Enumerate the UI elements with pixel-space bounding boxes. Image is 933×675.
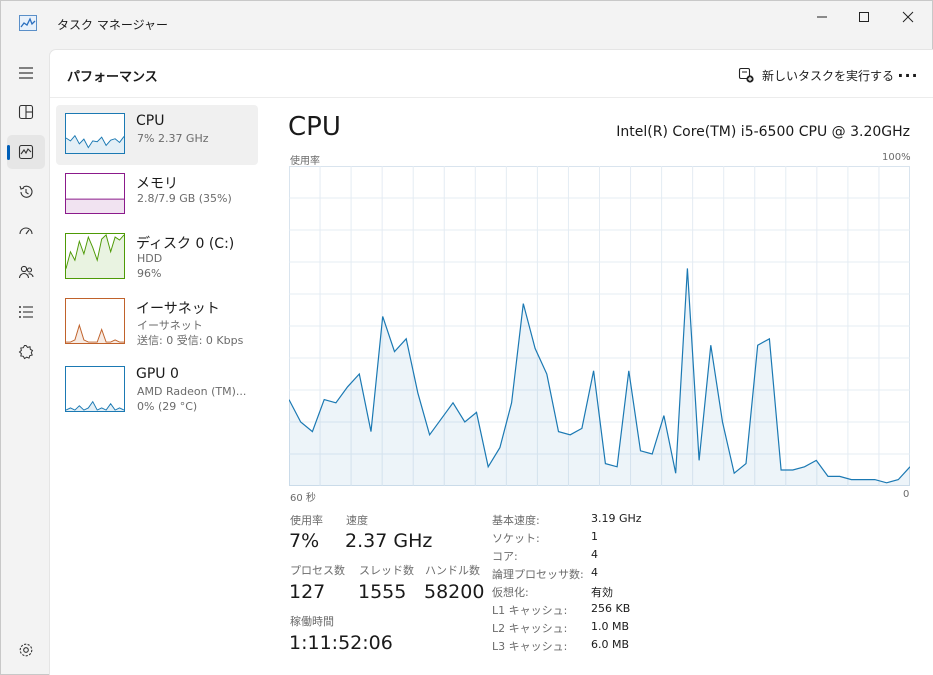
spec-l2-cache-label: L2 キャッシュ: [492, 622, 568, 635]
graph-y-label: 使用率 [290, 156, 320, 167]
device-item-memory[interactable]: メモリ 2.8/7.9 GB (35%) [56, 165, 258, 225]
hamburger-menu-icon [19, 67, 33, 79]
content-pane: パフォーマンス 新しいタスクを実行する ··· CPU 7% 2.37 GHz … [49, 49, 933, 675]
device-sparkline [65, 298, 125, 344]
app-history-icon [19, 185, 33, 198]
spec-virtualization-value: 有効 [591, 586, 613, 599]
spec-sockets-label: ソケット: [492, 532, 540, 545]
spec-base-speed-label: 基本速度: [492, 514, 540, 527]
device-sparkline [65, 366, 125, 412]
usage-label: 使用率 [290, 514, 323, 527]
usage-value: 7% [289, 530, 320, 552]
nav-hamburger-button[interactable] [7, 56, 45, 90]
details-icon [19, 306, 33, 318]
device-item-cpu[interactable]: CPU 7% 2.37 GHz [56, 105, 258, 165]
spec-cores-value: 4 [591, 548, 598, 561]
device-item-gpu[interactable]: GPU 0 AMD Radeon (TM)... 0% (29 °C) [56, 358, 258, 418]
page-title: パフォーマンス [67, 70, 158, 85]
nav-app-history[interactable] [7, 175, 45, 209]
nav-details[interactable] [7, 295, 45, 329]
device-sparkline [65, 233, 125, 279]
users-icon [18, 265, 34, 279]
speed-label: 速度 [346, 514, 368, 527]
maximize-button[interactable] [843, 1, 885, 33]
uptime-value: 1:11:52:06 [289, 632, 393, 654]
nav-startup-apps[interactable] [7, 215, 45, 249]
nav-performance[interactable] [7, 135, 45, 169]
spec-cores-label: コア: [492, 550, 518, 563]
maximize-icon [859, 12, 869, 22]
device-name: イーサネット [136, 301, 220, 317]
device-name: CPU [136, 113, 165, 129]
processes-icon [18, 104, 34, 120]
threads-value: 1555 [358, 581, 407, 603]
close-button[interactable] [887, 1, 929, 33]
detail-title: CPU [288, 112, 341, 142]
more-options-button[interactable]: ··· [893, 60, 923, 90]
startup-apps-icon [19, 227, 33, 235]
settings-icon [19, 643, 33, 657]
task-manager-window: タスク マネージャー パフォーマンス 新しいタスクを実行する ··· CPU 7… [0, 0, 933, 675]
device-subtitle-2: 送信: 0 受信: 0 Kbps [137, 334, 244, 347]
nav-services[interactable] [7, 335, 45, 369]
cpu-usage-graph [289, 166, 910, 486]
device-subtitle: 7% 2.37 GHz [137, 132, 209, 145]
device-name: メモリ [136, 176, 178, 192]
spec-logical-processors-label: 論理プロセッサ数: [492, 568, 584, 581]
nav-processes[interactable] [7, 95, 45, 129]
close-icon [902, 11, 914, 23]
page-header: パフォーマンス 新しいタスクを実行する ··· [50, 50, 933, 98]
device-sparkline [65, 113, 125, 154]
device-subtitle-2: 96% [137, 267, 162, 280]
device-name: ディスク 0 (C:) [136, 236, 235, 252]
threads-label: スレッド数 [359, 564, 414, 577]
spec-l1-cache-value: 256 KB [591, 602, 631, 615]
graph-max-label: 100% [882, 152, 911, 163]
device-subtitle: AMD Radeon (TM)... [137, 385, 247, 398]
spec-l3-cache-value: 6.0 MB [591, 638, 630, 651]
spec-virtualization-label: 仮想化: [492, 586, 529, 599]
performance-icon [18, 144, 34, 160]
nav-settings[interactable] [7, 633, 45, 667]
nav-users[interactable] [7, 255, 45, 289]
processes-label: プロセス数 [290, 564, 345, 577]
spec-sockets-value: 1 [591, 530, 598, 543]
task-manager-app-icon [19, 15, 37, 31]
spec-logical-processors-value: 4 [591, 566, 598, 579]
new-task-icon [738, 67, 754, 83]
device-name: GPU 0 [136, 366, 179, 382]
device-subtitle: 2.8/7.9 GB (35%) [137, 192, 232, 205]
graph-time-right-label: 0 [903, 489, 910, 500]
services-icon [18, 345, 34, 360]
uptime-label: 稼働時間 [290, 615, 334, 628]
sparkline-area [66, 234, 124, 278]
speed-value: 2.37 GHz [345, 530, 433, 552]
device-subtitle-2: 0% (29 °C) [137, 400, 198, 413]
navigation-rail [1, 49, 49, 675]
processes-value: 127 [289, 581, 326, 603]
sparkline-area [66, 199, 124, 213]
device-sparkline [65, 173, 125, 214]
spec-l3-cache-label: L3 キャッシュ: [492, 640, 568, 653]
handles-value: 58200 [424, 581, 485, 603]
device-subtitle: HDD [137, 252, 163, 265]
graph-time-left-label: 60 秒 [290, 493, 316, 504]
device-subtitle: イーサネット [137, 319, 203, 332]
minimize-icon [817, 16, 827, 18]
window-title: タスク マネージャー [57, 18, 168, 32]
device-item-disk[interactable]: ディスク 0 (C:) HDD 96% [56, 225, 258, 285]
spec-l2-cache-value: 1.0 MB [591, 620, 630, 633]
run-new-task-label: 新しいタスクを実行する [762, 68, 895, 83]
cpu-model-name: Intel(R) Core(TM) i5-6500 CPU @ 3.20GHz [616, 124, 910, 140]
spec-base-speed-value: 3.19 GHz [591, 512, 642, 525]
device-item-ethernet[interactable]: イーサネット イーサネット 送信: 0 受信: 0 Kbps [56, 290, 258, 350]
title-bar: タスク マネージャー [1, 1, 933, 49]
handles-label: ハンドル数 [425, 564, 480, 577]
spec-l1-cache-label: L1 キャッシュ: [492, 604, 568, 617]
minimize-button[interactable] [801, 1, 843, 33]
run-new-task-button[interactable]: 新しいタスクを実行する [730, 60, 902, 90]
sparkline-line [66, 323, 124, 343]
